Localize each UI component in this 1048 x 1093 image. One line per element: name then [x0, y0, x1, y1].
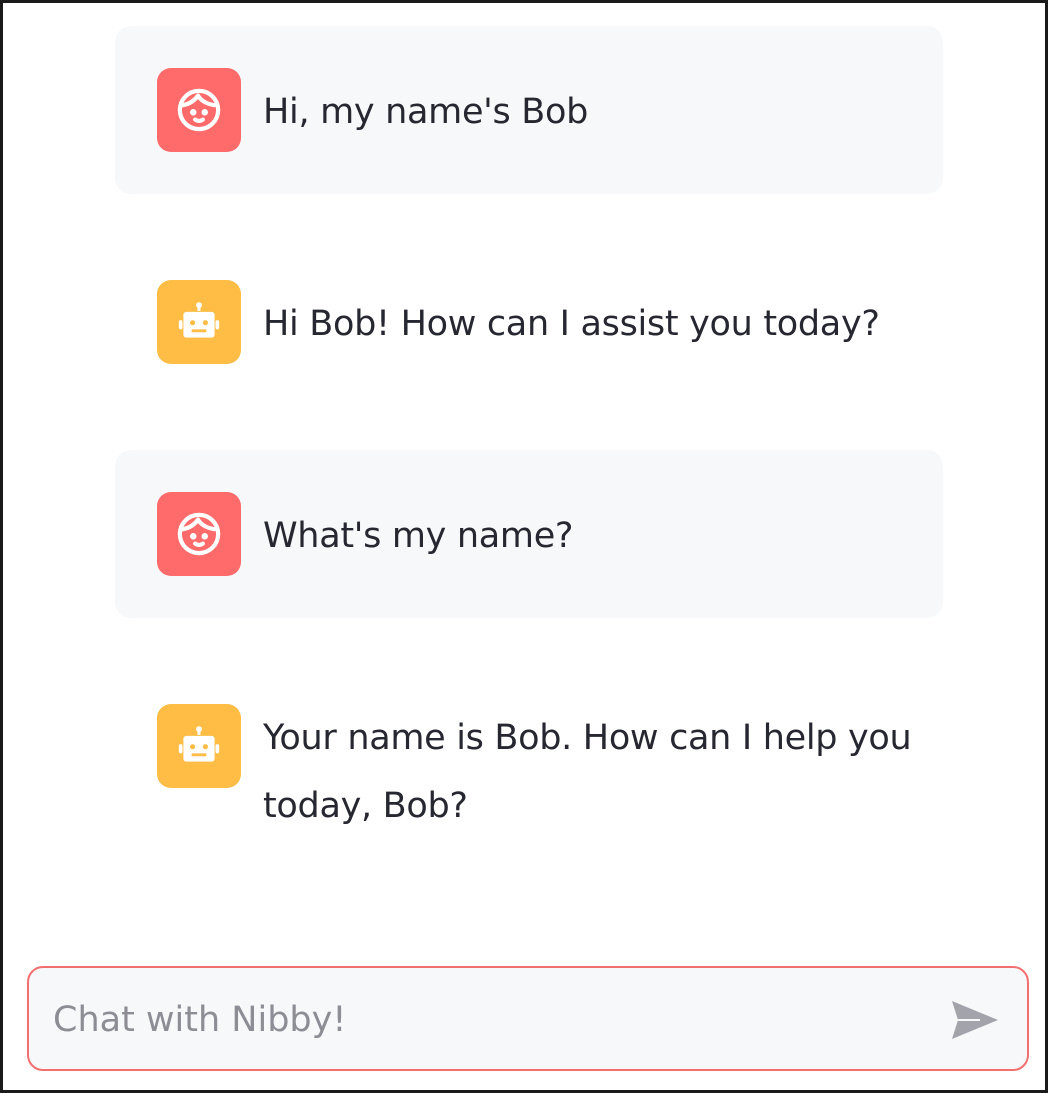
message-text: What's my name? — [263, 516, 574, 556]
message-text: Your name is Bob. How can I help you tod… — [263, 718, 912, 826]
user-avatar — [157, 68, 241, 152]
assistant-avatar — [157, 280, 241, 364]
send-button[interactable] — [949, 998, 1001, 1042]
chat-message-assistant: Hi Bob! How can I assist you today? — [115, 238, 943, 406]
message-text: Hi Bob! How can I assist you today? — [263, 304, 880, 344]
chat-message-assistant: Your name is Bob. How can I help you tod… — [115, 662, 943, 898]
robot-icon — [178, 302, 220, 338]
user-avatar — [157, 492, 241, 576]
robot-icon — [178, 726, 220, 762]
assistant-avatar — [157, 704, 241, 788]
send-icon — [952, 1001, 998, 1039]
chat-message-user: What's my name? — [115, 450, 943, 618]
message-text: Hi, my name's Bob — [263, 92, 589, 132]
chat-window: Hi, my name's Bob Hi Bob! How can I assi… — [0, 0, 1048, 1093]
chat-input[interactable] — [51, 990, 915, 1050]
chat-input-container — [27, 966, 1029, 1071]
face-icon — [177, 512, 221, 556]
chat-message-user: Hi, my name's Bob — [115, 26, 943, 194]
face-icon — [177, 88, 221, 132]
